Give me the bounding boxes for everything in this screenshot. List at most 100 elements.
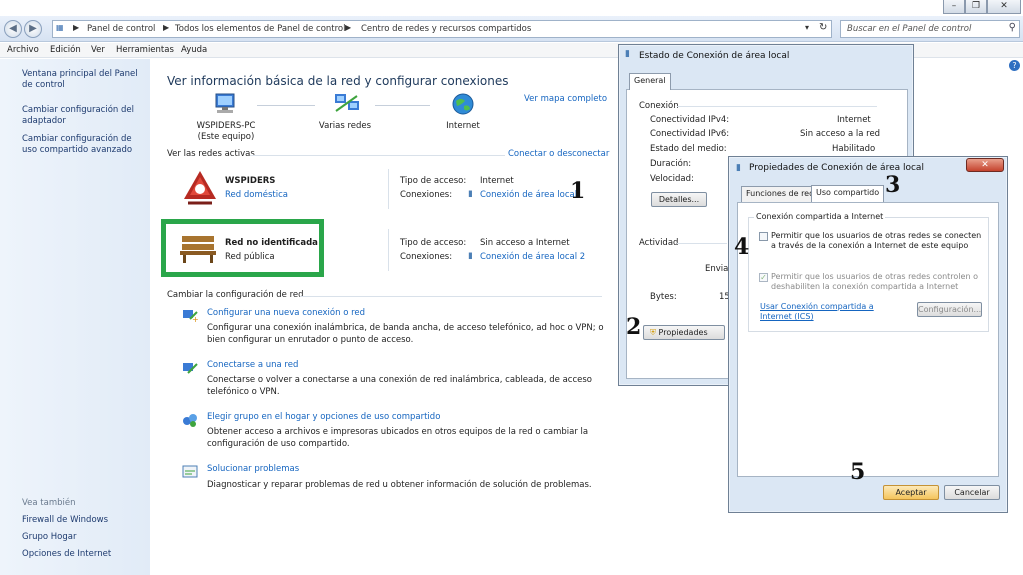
sidebar-item-advanced-sharing[interactable]: Cambiar configuración de uso compartido … — [22, 134, 146, 156]
search-input[interactable]: Buscar en el Panel de control ⚲ — [840, 20, 1020, 38]
ethernet-icon: ▮ — [468, 189, 473, 199]
sidebar-item-firewall[interactable]: Firewall de Windows — [22, 515, 146, 526]
task-description: Conectarse o volver a conectarse a una c… — [207, 375, 592, 397]
shield-icon: ⛨ — [650, 328, 656, 337]
refresh-icon[interactable]: ↻ — [819, 22, 827, 33]
address-bar: ◀ ▶ ▦ ▶ Panel de control ▶ Todos los ele… — [0, 16, 1023, 42]
task-troubleshoot[interactable]: Solucionar problemas — [207, 464, 299, 474]
status-row-label: Duración: — [650, 159, 692, 169]
full-map-link[interactable]: Ver mapa completo — [524, 94, 607, 104]
map-node-pc: WSPIDERS-PC (Este equipo) — [196, 121, 256, 142]
connection-link[interactable]: Conexión de área local — [480, 190, 577, 200]
network-adapter-icon: ▮ — [736, 163, 741, 173]
connection-link[interactable]: Conexión de área local 2 — [480, 252, 585, 262]
network-name: WSPIDERS — [225, 176, 276, 186]
search-placeholder: Buscar en el Panel de control — [847, 24, 972, 34]
status-row-value: Habilitado — [832, 144, 876, 154]
status-row-label: Conectividad IPv4: — [650, 115, 730, 125]
forward-button[interactable]: ▶ — [24, 20, 42, 38]
breadcrumb[interactable]: ▦ ▶ Panel de control ▶ Todos los element… — [52, 20, 832, 38]
network-icon — [335, 94, 359, 112]
divider — [677, 106, 877, 107]
map-node-networks: Varias redes — [318, 121, 372, 131]
close-window-button[interactable]: ✕ — [987, 0, 1021, 14]
allow-control-checkbox: ✓ — [759, 273, 768, 282]
task-connect-network[interactable]: Conectarse a una red — [207, 360, 298, 370]
sidebar-item-adapter-settings[interactable]: Cambiar configuración del adaptador — [22, 105, 146, 127]
divider — [677, 243, 727, 244]
breadcrumb-item[interactable]: Todos los elementos de Panel de control — [175, 24, 346, 34]
status-row-label: Conectividad IPv6: — [650, 129, 730, 139]
status-row-label: Velocidad: — [650, 174, 694, 184]
ics-group-title: Conexión compartida a Internet — [754, 212, 886, 221]
new-connection-icon: + — [183, 310, 198, 322]
access-type-value: Sin acceso a Internet — [480, 238, 570, 248]
chevron-right-icon: ▶ — [345, 23, 352, 32]
chevron-down-icon[interactable]: ▾ — [805, 23, 809, 32]
bytes-label: Bytes: — [650, 292, 677, 302]
svg-text:+: + — [192, 315, 198, 322]
control-panel-icon: ▦ — [56, 23, 64, 32]
connections-label: Conexiones: — [400, 190, 453, 200]
task-homegroup[interactable]: Elegir grupo en el hogar y opciones de u… — [207, 412, 440, 422]
annotation-number: 3 — [885, 172, 901, 198]
tab-sharing[interactable]: Uso compartido — [811, 185, 885, 202]
activity-section-label: Actividad — [639, 238, 679, 248]
chevron-right-icon: ▶ — [73, 23, 80, 32]
sidebar-item-internet-options[interactable]: Opciones de Internet — [22, 549, 146, 560]
menu-herramientas[interactable]: Herramientas — [116, 45, 174, 55]
config-button: Configuración... — [917, 302, 982, 317]
task-new-connection[interactable]: Configurar una nueva conexión o red — [207, 308, 365, 318]
divider — [388, 169, 389, 209]
tab-general[interactable]: General — [629, 73, 671, 90]
network-name: Red no identificada — [225, 238, 318, 248]
map-node-internet: Internet — [446, 121, 480, 131]
ok-button[interactable]: Aceptar — [883, 485, 939, 500]
left-pane: Ventana principal del Panel de control C… — [0, 59, 150, 575]
chevron-right-icon: ▶ — [163, 23, 170, 32]
breadcrumb-item[interactable]: Centro de redes y recursos compartidos — [361, 24, 531, 34]
back-button[interactable]: ◀ — [4, 20, 22, 38]
annotation-number: 1 — [570, 178, 586, 204]
globe-icon — [452, 93, 474, 115]
status-row-value: Sin acceso a la red — [800, 129, 881, 139]
map-connector — [375, 105, 430, 106]
access-type-label: Tipo de acceso: — [400, 176, 467, 186]
tab-networking[interactable]: Funciones de red — [741, 186, 820, 202]
homegroup-icon — [183, 414, 197, 427]
task-description: Configurar una conexión inalámbrica, de … — [207, 323, 604, 345]
change-settings-heading: Cambiar la configuración de red — [167, 290, 304, 300]
access-type-label: Tipo de acceso: — [400, 238, 467, 248]
allow-sharing-label: Permitir que los usuarios de otras redes… — [771, 231, 982, 250]
allow-sharing-checkbox[interactable] — [759, 232, 768, 241]
dialog-title: Estado de Conexión de área local — [639, 51, 790, 61]
properties-button[interactable]: ⛨ Propiedades — [643, 325, 725, 340]
breadcrumb-item[interactable]: Panel de control — [87, 24, 155, 34]
status-row-value: Internet — [837, 115, 871, 125]
minimize-button[interactable]: – — [943, 0, 965, 14]
page-title: Ver información básica de la red y confi… — [167, 74, 509, 88]
connection-section-label: Conexión — [639, 101, 679, 111]
cancel-button[interactable]: Cancelar — [944, 485, 1000, 500]
ics-link[interactable]: Usar Conexión compartida a Internet (ICS… — [760, 302, 900, 322]
task-description: Obtener acceso a archivos e impresoras u… — [207, 427, 589, 449]
search-icon[interactable]: ⚲ — [1009, 22, 1016, 33]
close-dialog-button[interactable]: ✕ — [966, 158, 1004, 172]
access-type-value: Internet — [480, 176, 514, 186]
network-adapter-icon: ▮ — [625, 49, 630, 59]
maximize-button[interactable]: ❐ — [965, 0, 987, 14]
sidebar-item-control-panel-home[interactable]: Ventana principal del Panel de control — [22, 69, 146, 91]
connect-network-icon — [183, 363, 198, 374]
connect-disconnect-link[interactable]: Conectar o desconectar — [508, 149, 609, 159]
menu-edicion[interactable]: Edición — [50, 45, 81, 55]
task-description: Diagnosticar y reparar problemas de red … — [207, 480, 592, 490]
properties-label: Propiedades — [658, 328, 708, 337]
see-also-heading: Vea también — [22, 498, 76, 508]
allow-control-label: Permitir que los usuarios de otras redes… — [771, 272, 978, 291]
network-category-link[interactable]: Red doméstica — [225, 190, 288, 200]
menu-archivo[interactable]: Archivo — [7, 45, 39, 55]
menu-ayuda[interactable]: Ayuda — [181, 45, 207, 55]
sidebar-item-homegroup[interactable]: Grupo Hogar — [22, 532, 146, 543]
details-button[interactable]: Detalles... — [651, 192, 707, 207]
menu-ver[interactable]: Ver — [91, 45, 105, 55]
